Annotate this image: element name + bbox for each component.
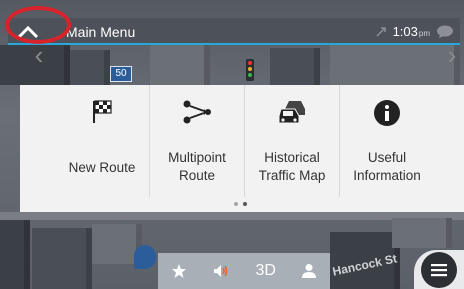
page-dot [234, 202, 238, 206]
checkered-flag-icon [93, 100, 112, 123]
info-icon [374, 100, 400, 126]
traffic-light-icon [246, 59, 254, 81]
menu-item-multipoint-route[interactable]: Multipoint Route [150, 85, 245, 197]
next-page-button[interactable]: › [442, 40, 462, 70]
map-building [0, 220, 30, 289]
menu-item-label: New Route [68, 160, 136, 175]
top-bar: Main Menu 1:03pm [8, 18, 460, 45]
map-building [392, 218, 452, 248]
page-dot-active [243, 202, 247, 206]
map-building [32, 228, 92, 289]
map-toolbar: 3D [158, 253, 330, 289]
page-indicator [234, 202, 247, 206]
speed-limit-sign: 50 [110, 66, 132, 82]
chat-bubble-icon[interactable] [436, 25, 454, 39]
gps-off-icon [376, 26, 386, 37]
map-building [270, 48, 320, 85]
menu-item-label: Useful Information [353, 150, 421, 183]
menu-tiles: New Route Multipoint Route Historical Tr… [55, 85, 434, 197]
user-location-icon[interactable] [301, 263, 317, 279]
map-building [150, 45, 210, 85]
traffic-cars-icon [278, 101, 305, 124]
menu-item-label: Multipoint Route [168, 150, 226, 183]
gas-station-poi-icon[interactable] [134, 245, 156, 269]
menu-item-historical-traffic-map[interactable]: Historical Traffic Map [245, 85, 340, 197]
3d-view-toggle[interactable]: 3D [255, 262, 275, 280]
main-menu-button[interactable] [414, 250, 464, 289]
map-building [70, 50, 110, 85]
multipoint-route-icon [183, 100, 211, 124]
highlight-circle [5, 6, 71, 44]
page-title: Main Menu [66, 23, 136, 40]
hamburger-menu-icon [421, 251, 457, 288]
menu-item-new-route[interactable]: New Route [55, 85, 150, 197]
map-building [330, 45, 460, 85]
previous-page-button[interactable]: ‹ [29, 40, 49, 70]
menu-item-label: Historical Traffic Map [258, 150, 326, 183]
menu-item-useful-information[interactable]: Useful Information [340, 85, 434, 197]
star-icon[interactable] [171, 263, 187, 279]
top-bar-accent [8, 43, 460, 45]
clock: 1:03pm [392, 24, 430, 39]
status-area: 1:03pm [375, 24, 460, 39]
volume-icon[interactable] [212, 263, 230, 279]
